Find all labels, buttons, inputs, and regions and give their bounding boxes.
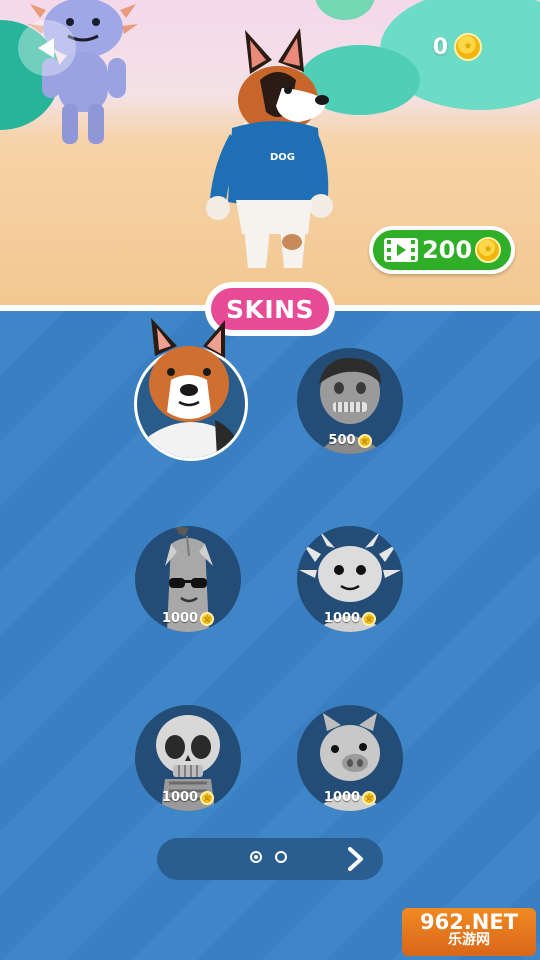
skin-price: 1000 [297,611,403,626]
skin-price: 1000 [135,611,241,626]
skin-price-value: 1000 [161,790,199,805]
reward-amount: 200 [421,236,473,264]
skin-slot-dog[interactable] [134,318,248,461]
chevron-right-icon [348,847,363,871]
coin-balance-value: 0 [432,34,448,60]
coin-icon [200,790,215,805]
skin-slot-zombie-boy[interactable]: 500 [297,348,403,454]
site-watermark-logo: 962.NET 乐游网 [402,908,536,956]
page-dot-2[interactable] [275,851,287,863]
skin-price-value: 500 [328,433,356,448]
page-dot-1-fill [254,855,258,859]
coin-balance: 0 [433,33,482,61]
skin-price-value: 1000 [161,611,199,626]
back-button[interactable] [18,20,76,76]
dog-portrait [141,318,241,458]
character-preview-scene: 0 DOG 200 [0,0,540,305]
skin-price-value: 1000 [323,611,361,626]
coin-icon [200,611,215,626]
skin-slot-axolotl[interactable]: 1000 [297,526,403,632]
skin-price-value: 1000 [323,790,361,805]
watermark-line2: 乐游网 [448,932,490,949]
coin-icon [357,433,372,448]
back-arrow-icon [38,38,54,58]
video-film-icon [383,238,418,262]
dog-character: DOG [206,28,333,268]
skin-price: 1000 [297,790,403,805]
svg-text:DOG: DOG [270,152,295,163]
watch-ad-reward-button[interactable]: 200 [369,226,515,274]
skin-price: 1000 [135,790,241,805]
skin-price: 500 [297,433,403,448]
coin-icon [454,33,482,61]
coin-icon [362,611,377,626]
skin-slot-skeleton[interactable]: 1000 [135,705,241,811]
skin-slot-banana[interactable]: 1000 [135,526,241,632]
coin-icon [362,790,377,805]
next-page-button[interactable] [341,844,371,874]
background-tree [315,0,375,20]
skins-pager [157,838,383,880]
coin-icon [475,237,502,263]
watermark-line1: 962.NET [419,910,519,934]
skin-slot-pig[interactable]: 1000 [297,705,403,811]
